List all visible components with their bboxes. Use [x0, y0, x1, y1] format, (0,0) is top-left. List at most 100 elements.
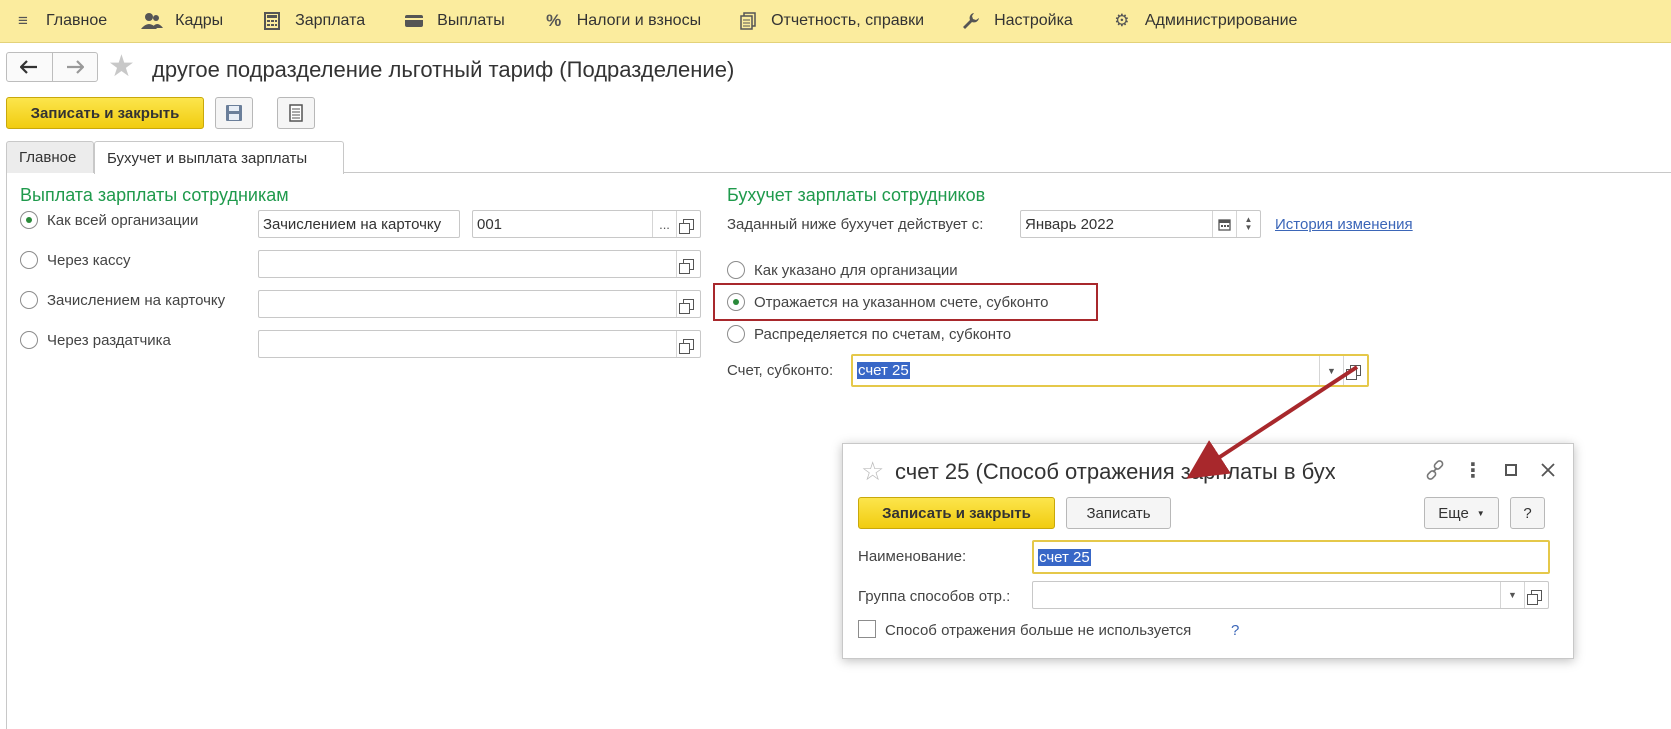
- open-button[interactable]: [1343, 356, 1367, 385]
- save-button[interactable]: [215, 97, 253, 129]
- open-icon: [1346, 365, 1361, 380]
- wrench-icon: [960, 10, 982, 32]
- arrow-right-icon: [66, 60, 84, 74]
- distributor-field[interactable]: [258, 330, 701, 358]
- popup-more-button[interactable]: Еще ▼: [1424, 497, 1499, 529]
- radio-label-as-organization: Как всей организации: [47, 212, 199, 229]
- radio-as-organization[interactable]: [20, 211, 38, 229]
- popup-group-label: Группа способов отр.:: [858, 588, 1011, 605]
- menu-item-label: Выплаты: [437, 12, 505, 29]
- close-button[interactable]: [1536, 458, 1560, 482]
- menu-item-hr[interactable]: Кадры: [123, 0, 239, 43]
- reports-icon: [737, 10, 759, 32]
- not-used-checkbox[interactable]: [858, 620, 876, 638]
- maximize-button[interactable]: [1499, 458, 1523, 482]
- popup-name-field[interactable]: счет 25: [1032, 540, 1550, 574]
- open-button[interactable]: [676, 251, 700, 277]
- favorite-star-icon[interactable]: ☆: [861, 456, 884, 487]
- floppy-disk-icon: [226, 105, 242, 121]
- help-hint-icon[interactable]: ?: [1231, 622, 1239, 639]
- chevron-down-icon: ▼: [1244, 223, 1253, 232]
- open-icon: [679, 298, 694, 314]
- cash-desk-field[interactable]: [258, 250, 701, 278]
- percent-icon: %: [546, 11, 562, 30]
- menu-item-label: Настройка: [994, 12, 1073, 29]
- menu-item-main[interactable]: ≡ Главное: [0, 0, 123, 43]
- chevron-down-icon: ▼: [1508, 590, 1517, 600]
- payout-section-title: Выплата зарплаты сотрудникам: [20, 185, 289, 205]
- effective-date-label: Заданный ниже бухучет действует с:: [727, 216, 984, 233]
- calendar-icon: [1218, 218, 1231, 231]
- back-button[interactable]: [7, 53, 53, 81]
- radio-label-specified-account: Отражается на указанном счете, субконто: [754, 294, 1049, 311]
- radio-label-distributor: Через раздатчика: [47, 332, 171, 349]
- open-icon: [1527, 589, 1542, 605]
- open-button[interactable]: [676, 211, 700, 237]
- more-actions-button[interactable]: ⋮: [1461, 458, 1485, 482]
- popup-more-label: Еще: [1438, 504, 1469, 522]
- account-subconto-field[interactable]: счет 25 ▼: [851, 354, 1369, 387]
- menu-item-payments[interactable]: Выплаты: [381, 0, 521, 43]
- org-code-field[interactable]: 001 ...: [472, 210, 701, 238]
- dropdown-button[interactable]: ▼: [1319, 356, 1343, 385]
- menu-item-label: Зарплата: [295, 12, 366, 29]
- card-field[interactable]: [258, 290, 701, 318]
- popup-save-button[interactable]: Записать: [1066, 497, 1171, 529]
- open-button[interactable]: [676, 291, 700, 317]
- tab-accounting-salary[interactable]: Бухучет и выплата зарплаты: [94, 141, 344, 174]
- calendar-button[interactable]: [1212, 211, 1236, 237]
- favorite-star-icon[interactable]: ★: [108, 52, 135, 82]
- link-button[interactable]: [1423, 458, 1447, 482]
- radio-label-distributed-accounts: Распределяется по счетам, субконто: [754, 326, 1012, 343]
- not-used-label: Способ отражения больше не используется: [885, 622, 1192, 639]
- radio-as-organization-accounting[interactable]: [727, 261, 745, 279]
- effective-date-field[interactable]: Январь 2022 ▲ ▼: [1020, 210, 1261, 238]
- radio-card[interactable]: [20, 291, 38, 309]
- popup-name-label: Наименование:: [858, 548, 967, 565]
- effective-date-value: Январь 2022: [1025, 215, 1114, 233]
- main-menu-bar: ≡ Главное Кадры Зарплата Выплаты % Налог…: [0, 0, 1671, 43]
- menu-item-label: Кадры: [175, 12, 224, 29]
- radio-distributor[interactable]: [20, 331, 38, 349]
- radio-distributed-accounts[interactable]: [727, 325, 745, 343]
- dropdown-button[interactable]: ▼: [1500, 582, 1524, 608]
- document-list-icon: [289, 104, 303, 122]
- popup-title: счет 25 (Способ отражения зарплаты в бух…: [895, 459, 1335, 484]
- page-title: другое подразделение льготный тариф (Под…: [152, 57, 735, 82]
- menu-item-settings[interactable]: Настройка: [940, 0, 1089, 43]
- menu-item-label: Администрирование: [1144, 12, 1298, 29]
- save-and-close-button[interactable]: Записать и закрыть: [6, 97, 204, 129]
- menu-item-reports[interactable]: Отчетность, справки: [717, 0, 940, 43]
- popup-help-button[interactable]: ?: [1510, 497, 1545, 529]
- report-button[interactable]: [277, 97, 315, 129]
- menu-item-admin[interactable]: ⚙ Администрирование: [1089, 0, 1314, 43]
- menu-item-taxes[interactable]: % Налоги и взносы: [521, 0, 717, 43]
- open-button[interactable]: [676, 331, 700, 357]
- wallet-icon: [403, 10, 425, 32]
- forward-button[interactable]: [53, 53, 98, 81]
- account-subconto-label: Счет, субконто:: [727, 362, 834, 379]
- people-icon: [141, 10, 164, 32]
- spin-button[interactable]: ▲ ▼: [1236, 211, 1260, 237]
- menu-item-label: Отчетность, справки: [771, 12, 925, 29]
- radio-specified-account[interactable]: [727, 293, 745, 311]
- form-left-border: [6, 172, 7, 729]
- chevron-down-icon: ▼: [1476, 508, 1485, 518]
- popup-save-and-close-button[interactable]: Записать и закрыть: [858, 497, 1055, 529]
- menu-item-label: Главное: [46, 12, 108, 29]
- org-code-value: 001: [477, 215, 503, 233]
- select-button[interactable]: ...: [652, 211, 676, 237]
- close-icon: [1541, 463, 1555, 477]
- popup-group-field[interactable]: ▼: [1032, 581, 1549, 609]
- radio-label-as-organization-accounting: Как указано для организации: [754, 262, 958, 279]
- open-button[interactable]: [1524, 582, 1548, 608]
- hamburger-icon: ≡: [18, 11, 28, 30]
- change-history-link[interactable]: История изменения: [1275, 216, 1413, 233]
- radio-label-card: Зачислением на карточку: [47, 292, 226, 309]
- radio-cash-desk[interactable]: [20, 251, 38, 269]
- open-icon: [679, 338, 694, 354]
- tab-main[interactable]: Главное: [6, 141, 94, 173]
- maximize-icon: [1505, 464, 1517, 476]
- open-icon: [679, 258, 694, 274]
- menu-item-salary[interactable]: Зарплата: [239, 0, 381, 43]
